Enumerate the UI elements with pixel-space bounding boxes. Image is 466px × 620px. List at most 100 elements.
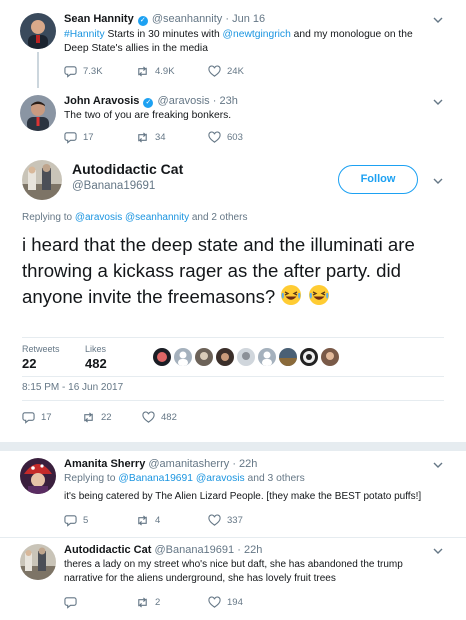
chevron-down-icon[interactable] (432, 13, 444, 25)
retweet-count: 4.9K (155, 66, 175, 77)
retweet-button[interactable]: 4.9K (136, 65, 208, 78)
retweet-icon (138, 132, 147, 143)
tweet-amanita[interactable]: Amanita Sherry @amanitasherry · 22h Repl… (0, 451, 466, 537)
tweet-header: Autodidactic Cat @Banana19691 · 22h (64, 544, 262, 556)
like-button[interactable]: 337 (208, 514, 280, 527)
reply-icon (64, 515, 77, 527)
main-author-handle[interactable]: @Banana19691 (72, 180, 155, 192)
retweet-icon (138, 515, 147, 526)
like-button[interactable]: 603 (208, 131, 280, 144)
liker-avatar[interactable] (174, 348, 192, 366)
author-name[interactable]: Sean Hannity (64, 13, 134, 25)
tweet-text: it's being catered by The Alien Lizard P… (64, 491, 422, 502)
tweet-header: Amanita Sherry @amanitasherry · 22h (64, 458, 257, 470)
mention-link[interactable]: @seanhannity (125, 212, 189, 223)
retweets-value: 22 (22, 356, 37, 371)
liker-avatar[interactable] (300, 348, 318, 366)
like-button[interactable]: 194 (208, 596, 280, 609)
separator-dot: · (232, 458, 236, 470)
follow-button[interactable]: Follow (338, 165, 418, 194)
liker-avatar[interactable] (195, 348, 213, 366)
retweet-button[interactable]: 4 (136, 514, 208, 527)
avatar-amanita[interactable] (20, 458, 56, 494)
main-author-name[interactable]: Autodidactic Cat (72, 161, 183, 177)
tweet-hannity[interactable]: Sean Hannity ✓ @seanhannity · Jun 16 #Ha… (0, 0, 466, 90)
reply-button[interactable] (64, 596, 136, 609)
author-handle[interactable]: @seanhannity (152, 13, 223, 25)
like-count: 24K (227, 66, 244, 77)
retweets-stat[interactable]: Retweets 22 (22, 344, 60, 371)
tweet-text: #Hannity Starts in 30 minutes with @newt… (64, 28, 434, 56)
divider (22, 400, 444, 401)
liker-avatar[interactable] (321, 348, 339, 366)
tweet-aravosis[interactable]: John Aravosis ✓ @aravosis · 23h The two … (0, 90, 466, 152)
tweet-text: theres a lady on my street who's nice bu… (64, 559, 403, 584)
tweet-time[interactable]: 22h (239, 458, 257, 470)
tweet-timestamp[interactable]: 8:15 PM - 16 Jun 2017 (22, 382, 123, 393)
replying-prefix: Replying to (64, 473, 119, 484)
author-name[interactable]: Amanita Sherry (64, 458, 145, 470)
avatar-autodidactic-cat[interactable] (22, 160, 62, 200)
avatar-aravosis[interactable] (20, 95, 56, 131)
separator-dot: · (225, 13, 230, 25)
retweet-count: 22 (101, 412, 112, 423)
reply-count: 17 (83, 132, 94, 143)
author-handle[interactable]: @Banana19691 (154, 544, 234, 556)
like-button[interactable]: 482 (142, 411, 202, 424)
reply-icon (64, 597, 77, 609)
author-handle[interactable]: @aravosis (158, 95, 210, 107)
likes-stat[interactable]: Likes 482 (85, 344, 107, 371)
hashtag-link[interactable]: #Hannity (64, 29, 105, 40)
liker-avatar[interactable] (237, 348, 255, 366)
replying-suffix[interactable]: and 3 others (245, 473, 305, 484)
liker-avatar[interactable] (153, 348, 171, 366)
chevron-down-icon[interactable] (432, 458, 444, 470)
reply-button[interactable]: 17 (64, 131, 136, 144)
liker-avatar[interactable] (216, 348, 234, 366)
mention-link[interactable]: @newtgingrich (223, 29, 291, 40)
tweet-header: Sean Hannity ✓ @seanhannity · Jun 16 (64, 13, 265, 26)
like-count: 603 (227, 132, 243, 143)
reply-button[interactable]: 5 (64, 514, 136, 527)
author-name[interactable]: John Aravosis (64, 95, 139, 107)
avatar-autodidactic-cat[interactable] (20, 544, 56, 580)
retweet-count: 2 (155, 597, 161, 608)
tweet-time[interactable]: 22h (244, 544, 262, 556)
retweet-button[interactable]: 34 (136, 131, 208, 144)
separator-dot: · (237, 544, 241, 556)
chevron-down-icon[interactable] (432, 95, 444, 107)
mention-link[interactable]: @aravosis (196, 473, 245, 484)
tweet-text: The two of you are freaking bonkers. (64, 110, 232, 121)
replying-suffix[interactable]: and 2 others (189, 212, 248, 223)
tweet-time[interactable]: Jun 16 (232, 13, 265, 25)
avatar-hannity[interactable] (20, 13, 56, 49)
reply-button[interactable]: 7.3K (64, 65, 136, 78)
author-handle[interactable]: @amanitasherry (148, 458, 229, 470)
main-tweet-text: i heard that the deep state and the illu… (22, 232, 442, 310)
like-icon (208, 514, 221, 526)
text-segment: Starts in 30 minutes with (104, 29, 223, 40)
tweet-cat-reply[interactable]: Autodidactic Cat @Banana19691 · 22h ther… (0, 538, 466, 620)
liker-avatar[interactable] (258, 348, 276, 366)
mention-link[interactable]: @Banana19691 (118, 473, 193, 484)
tweet-actions: 17 34 603 (64, 131, 280, 144)
retweet-button[interactable]: 2 (136, 596, 208, 609)
author-name[interactable]: Autodidactic Cat (64, 544, 151, 556)
likers-avatars (153, 348, 342, 366)
tweet-time[interactable]: 23h (219, 95, 237, 107)
like-count: 482 (161, 412, 177, 423)
tweet-actions: 2 194 (64, 596, 280, 609)
chevron-down-icon[interactable] (432, 544, 444, 556)
like-button[interactable]: 24K (208, 65, 280, 78)
reply-count: 7.3K (83, 66, 103, 77)
mention-link[interactable]: @aravosis (75, 212, 122, 223)
retweet-icon (138, 597, 147, 608)
verified-icon: ✓ (137, 16, 148, 26)
liker-avatar[interactable] (279, 348, 297, 366)
chevron-down-icon[interactable] (432, 174, 444, 186)
reply-button[interactable]: 17 (22, 411, 82, 424)
replying-to: Replying to @aravosis @seanhannity and 2… (22, 212, 247, 223)
retweet-button[interactable]: 22 (82, 411, 142, 424)
like-icon (208, 131, 221, 143)
main-text-body: i heard that the deep state and the illu… (22, 234, 415, 307)
